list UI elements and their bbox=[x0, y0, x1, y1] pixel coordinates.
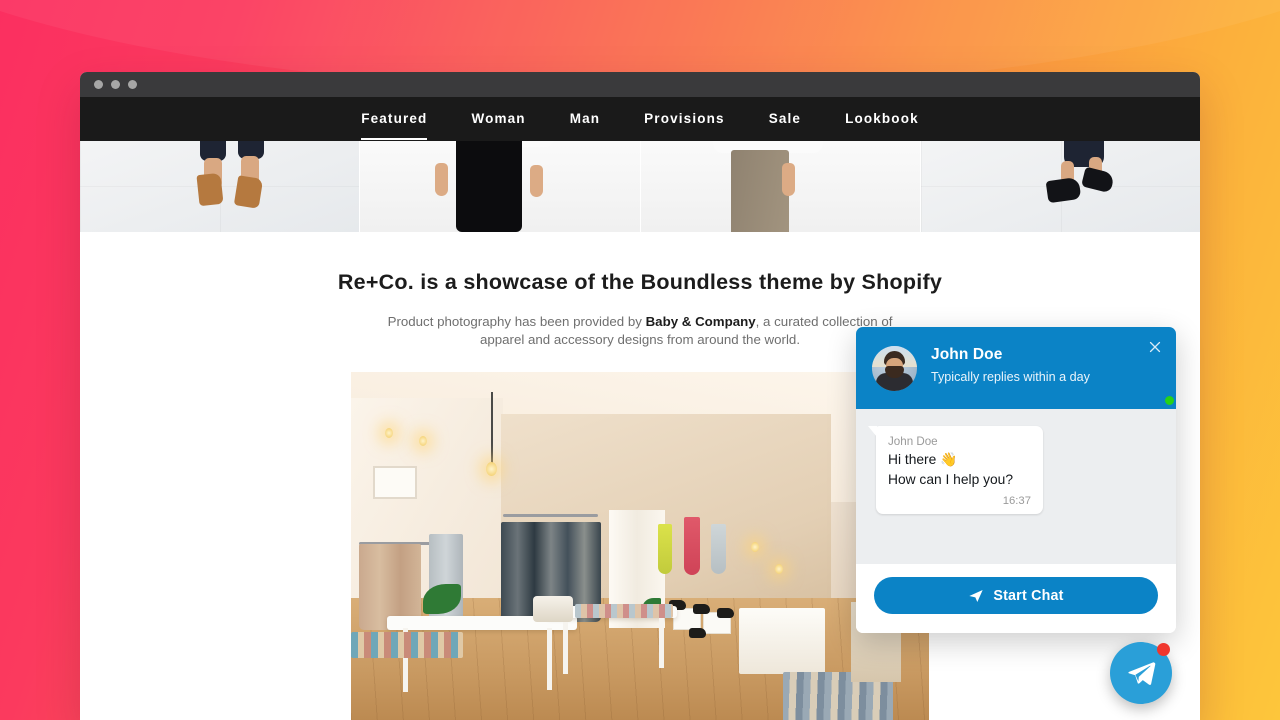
scarf-yellow bbox=[658, 523, 672, 574]
page-title: Re+Co. is a showcase of the Boundless th… bbox=[337, 270, 943, 294]
chat-agent-info: John Doe Typically replies within a day bbox=[931, 346, 1090, 384]
taupe-skirt bbox=[730, 150, 789, 232]
display-shoe-4 bbox=[689, 627, 706, 638]
notification-badge bbox=[1157, 643, 1170, 656]
close-dot[interactable] bbox=[94, 80, 103, 89]
close-icon[interactable] bbox=[1146, 338, 1164, 356]
chat-message-list: John Doe Hi there 👋 How can I help you? … bbox=[856, 409, 1176, 564]
photo-tile-black-shoes[interactable] bbox=[919, 141, 1200, 232]
telegram-paper-plane-icon bbox=[1127, 661, 1155, 685]
string-bulb-1 bbox=[385, 427, 393, 438]
nav-item-provisions[interactable]: Provisions bbox=[622, 97, 747, 141]
chat-launcher-button[interactable] bbox=[1110, 642, 1172, 704]
minimize-dot[interactable] bbox=[111, 80, 120, 89]
display-shoe-3 bbox=[717, 607, 734, 618]
hand-left bbox=[435, 163, 449, 196]
maximize-dot[interactable] bbox=[128, 80, 137, 89]
nav-item-featured[interactable]: Featured bbox=[339, 97, 449, 141]
sandal-right bbox=[233, 175, 264, 209]
start-chat-label: Start Chat bbox=[993, 587, 1064, 604]
avatar bbox=[872, 346, 917, 391]
message-line-1: Hi there 👋 bbox=[888, 452, 958, 467]
hero-store-photo[interactable] bbox=[351, 371, 929, 720]
online-status-dot bbox=[1164, 395, 1175, 406]
hand-right bbox=[781, 163, 795, 196]
drum-decor bbox=[533, 595, 573, 622]
browser-titlebar bbox=[80, 72, 1200, 97]
scarf-grey bbox=[711, 523, 726, 574]
paper-plane-icon bbox=[969, 589, 983, 602]
wall-sconce-bulb-1 bbox=[751, 541, 759, 552]
wall-sconce-bulb-2 bbox=[775, 563, 783, 574]
start-chat-button[interactable]: Start Chat bbox=[874, 577, 1158, 614]
nav-item-woman[interactable]: Woman bbox=[449, 97, 547, 141]
pendant-cord bbox=[491, 391, 493, 464]
chat-message-bubble[interactable]: John Doe Hi there 👋 How can I help you? … bbox=[876, 426, 1043, 514]
table-leg-4 bbox=[659, 615, 664, 668]
wall-art-frame bbox=[373, 465, 417, 499]
clothes-rack-mid bbox=[503, 513, 598, 517]
table-merchandise-back bbox=[575, 603, 673, 618]
nav-item-lookbook[interactable]: Lookbook bbox=[823, 97, 941, 141]
site-navigation: Featured Woman Man Provisions Sale Lookb… bbox=[80, 97, 1200, 141]
message-timestamp: 16:37 bbox=[1002, 494, 1031, 507]
sandal-left bbox=[196, 172, 224, 207]
photo-tile-taupe-skirt[interactable] bbox=[639, 141, 920, 232]
table-merchandise-left bbox=[351, 631, 463, 658]
intro-text-before: Product photography has been provided by bbox=[387, 314, 646, 329]
chat-footer: Start Chat bbox=[856, 564, 1176, 633]
product-photo-strip bbox=[80, 141, 1200, 232]
chat-header: John Doe Typically replies within a day bbox=[856, 327, 1176, 409]
message-line-2: How can I help you? bbox=[888, 472, 1014, 488]
display-shoe-2 bbox=[693, 603, 710, 614]
hand-right bbox=[530, 165, 544, 197]
chat-agent-name: John Doe bbox=[931, 346, 1003, 363]
intro-paragraph: Product photography has been provided by… bbox=[368, 313, 913, 349]
table-leg-2 bbox=[547, 627, 552, 690]
table-leg-3 bbox=[563, 615, 568, 674]
baby-and-company-link[interactable]: Baby & Company bbox=[646, 314, 756, 329]
nav-item-sale[interactable]: Sale bbox=[747, 97, 823, 141]
photo-tile-sandals[interactable] bbox=[80, 141, 360, 232]
message-sender-name: John Doe bbox=[888, 435, 938, 448]
nav-item-man[interactable]: Man bbox=[548, 97, 622, 141]
string-bulb-2 bbox=[419, 435, 427, 446]
black-trousers bbox=[456, 141, 523, 232]
chat-widget: John Doe Typically replies within a day … bbox=[856, 327, 1176, 633]
scarf-red bbox=[684, 516, 700, 575]
checkout-counter bbox=[739, 607, 825, 674]
chat-agent-status: Typically replies within a day bbox=[931, 370, 1090, 384]
photo-tile-black-trousers[interactable] bbox=[359, 141, 640, 232]
pendant-bulb bbox=[486, 461, 497, 476]
